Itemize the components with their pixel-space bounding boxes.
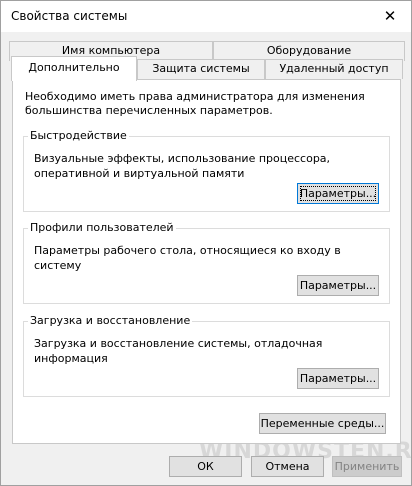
tab-advanced[interactable]: Дополнительно <box>11 56 137 81</box>
tab-label: Защита системы <box>152 62 250 75</box>
button-label: Параметры... <box>299 372 377 385</box>
button-label: Переменные среды... <box>260 417 385 430</box>
apply-button[interactable]: Применить <box>332 456 402 477</box>
title-bar[interactable]: Свойства системы ✕ <box>1 1 411 32</box>
group-title-performance: Быстродействие <box>28 129 129 143</box>
user-profiles-group: Профили пользователей Параметры рабочего… <box>23 221 390 304</box>
tab-system-protection[interactable]: Защита системы <box>137 59 265 79</box>
performance-description: Визуальные эффекты, использование процес… <box>34 152 331 180</box>
group-title-user-profiles: Профили пользователей <box>28 221 176 235</box>
environment-variables-button[interactable]: Переменные среды... <box>259 413 386 434</box>
group-title-startup-recovery: Загрузка и восстановление <box>28 314 193 328</box>
button-label: Применить <box>334 460 400 473</box>
cancel-button[interactable]: Отмена <box>251 456 324 477</box>
button-label: ОК <box>197 460 214 473</box>
ok-button[interactable]: ОК <box>169 456 242 477</box>
startup-recovery-group: Загрузка и восстановление Загрузка и вос… <box>23 314 390 397</box>
user-profiles-settings-button[interactable]: Параметры... <box>297 275 379 296</box>
user-profiles-description: Параметры рабочего стола, относящиеся ко… <box>34 244 341 272</box>
tab-hardware[interactable]: Оборудование <box>213 41 405 61</box>
admin-rights-notice: Необходимо иметь права администратора дл… <box>25 90 365 117</box>
close-icon[interactable]: ✕ <box>377 4 403 28</box>
tab-label: Оборудование <box>266 44 352 57</box>
startup-recovery-description: Загрузка и восстановление системы, отлад… <box>34 337 323 365</box>
tab-remote-access[interactable]: Удаленный доступ <box>265 59 403 79</box>
system-properties-window: Свойства системы ✕ Имя компьютера Оборуд… <box>0 0 412 486</box>
advanced-tab-panel: Необходимо иметь права администратора дл… <box>12 79 401 444</box>
tab-label: Дополнительно <box>28 61 120 74</box>
button-label: Отмена <box>265 460 310 473</box>
tab-label: Удаленный доступ <box>279 62 389 75</box>
startup-recovery-settings-button[interactable]: Параметры... <box>297 368 379 389</box>
button-label: Параметры... <box>299 279 377 292</box>
performance-settings-button[interactable]: Параметры... <box>297 183 379 204</box>
focus-ring <box>300 186 376 201</box>
window-title: Свойства системы <box>11 9 128 23</box>
performance-group: Быстродействие Визуальные эффекты, испол… <box>23 129 390 212</box>
